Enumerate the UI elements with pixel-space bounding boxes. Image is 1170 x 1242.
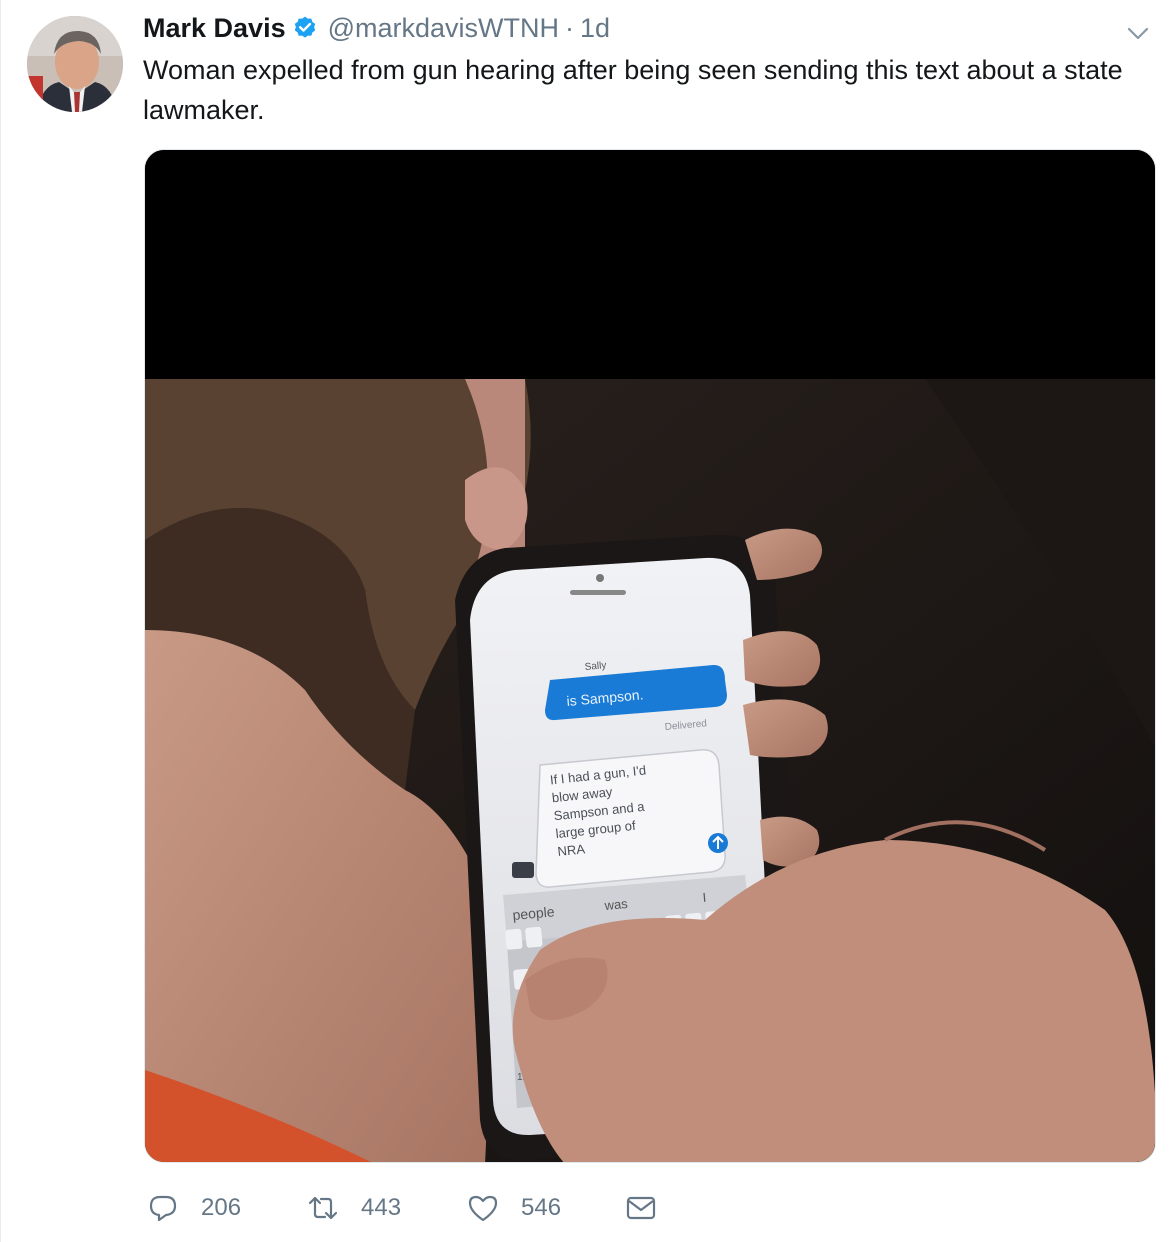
- draft-line-5: NRA: [557, 841, 586, 859]
- suggestion-2: was: [603, 896, 629, 913]
- reply-count: 206: [201, 1194, 242, 1221]
- tweet-text: Woman expelled from gun hearing after be…: [143, 55, 1123, 125]
- retweet-count: 443: [361, 1194, 402, 1221]
- like-button[interactable]: 546: [467, 1192, 561, 1224]
- reply-icon: [149, 1195, 177, 1222]
- envelope-icon: [626, 1196, 656, 1220]
- reply-button[interactable]: 206: [147, 1192, 241, 1224]
- direct-message-button[interactable]: [625, 1192, 657, 1224]
- verified-badge-icon: [294, 16, 315, 38]
- like-count: 546: [521, 1194, 562, 1221]
- author-handle[interactable]: @markdavisWTNH: [328, 13, 559, 44]
- avatar-image: [27, 16, 123, 112]
- heart-icon: [468, 1195, 498, 1222]
- photo-woman-texting: is Sampson. Delivered Sally If I had a g…: [145, 150, 1155, 1162]
- timestamp[interactable]: 1d: [580, 13, 610, 44]
- author-avatar[interactable]: [27, 16, 123, 112]
- chevron-down-icon[interactable]: [1125, 20, 1151, 46]
- separator-dot: ·: [565, 12, 575, 43]
- retweet-icon: [308, 1196, 338, 1220]
- contact-name: Sally: [584, 660, 607, 673]
- author-name[interactable]: Mark Davis: [143, 13, 286, 44]
- tweet-card[interactable]: Mark Davis @markdavisWTNH · 1d Woman exp…: [0, 0, 1170, 1242]
- retweet-button[interactable]: 443: [307, 1192, 401, 1224]
- tweet-media-photo[interactable]: is Sampson. Delivered Sally If I had a g…: [144, 149, 1156, 1163]
- tweet-header: Mark Davis @markdavisWTNH · 1d: [143, 10, 610, 46]
